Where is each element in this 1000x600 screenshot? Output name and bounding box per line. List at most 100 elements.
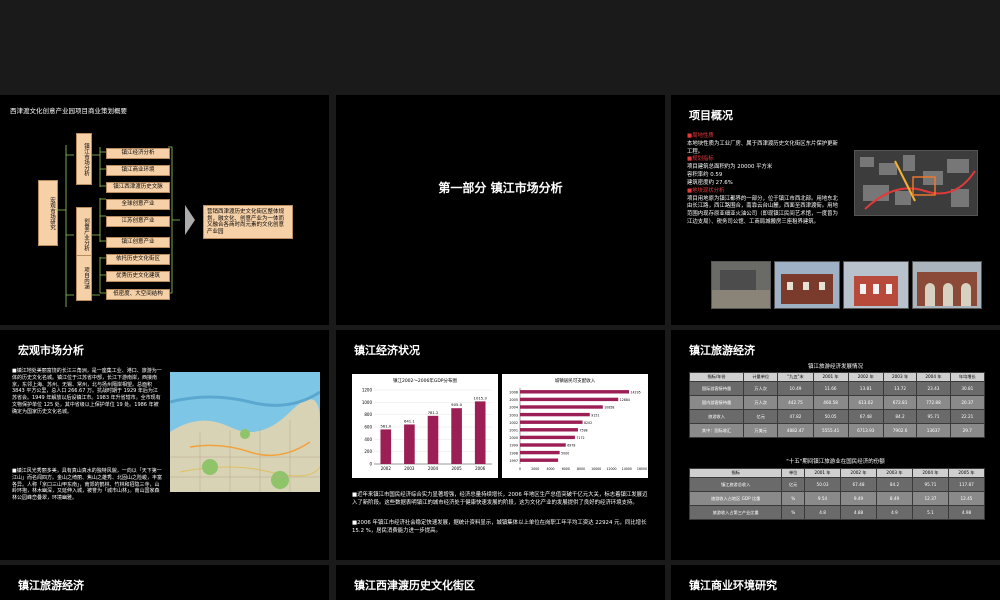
photo-1 [711,261,771,309]
header-cell: 单位 [781,468,806,478]
table-cell: 万人次 [743,381,779,396]
table-cell: 4882.47 [777,423,814,438]
slide-thumb-1[interactable]: 西津渡文化创意产业园项目商业策划概要 宏观市场研究 镇江市场分析 创意产业分析 … [0,95,329,325]
chart-title: 镇江2002～2006年GDP分布图 [393,377,458,384]
x-tick-label: 12000 [606,467,616,471]
table-cell: 613.02 [847,395,884,410]
table-cell: 95.71 [912,477,949,492]
slide-thumb-8[interactable]: 镇江西津渡历史文化街区 [336,565,665,600]
table-cell: 442.75 [777,395,814,410]
x-tick-label: 10000 [591,467,601,471]
section-heading: 第一部分 镇江市场分析 [438,181,563,195]
bar [451,408,462,464]
table-cell: 国际游客接待量 [688,381,745,396]
data-label: 641.1 [404,418,415,423]
table-cell: 22.21 [949,409,986,424]
photo-2 [774,261,840,309]
bar [520,450,560,455]
table-cell: 30.81 [949,381,986,396]
result-box: 营销西津渡历史文化街区整体规划，融文化、创意产业为一体而又融合各商时尚元素的文化… [203,205,293,240]
table-header-row: 指标/年份 计量单位 "九五"末 2001 年 2002 年 2003 年 2004 年年均… [688,372,986,382]
slide-thumb-7[interactable]: 镇江旅游经济 [0,565,329,600]
x-tick-label: 14000 [622,467,632,471]
table-cell: 672.81 [882,395,918,410]
slide-thumb-3[interactable]: 项目概况 ■周地性质 本地块性质为工业厂房、属于西津渡历史文化街区东片保护更新工程… [671,95,1000,325]
bar [520,420,583,424]
gdp-bar-chart: 镇江2002～2006年GDP分布图0200400600800100012005… [352,374,498,478]
table-cell: 50.03 [804,477,842,492]
item-7: 依托历史文化街区 [106,254,170,265]
slide-thumb-9[interactable]: 镇江商业环境研究 [671,565,1000,600]
table1-title: 镇江旅游经济发展情况 [807,364,863,370]
table2-title: "十五"期间镇江旅游业在国民经济的份额 [786,459,885,465]
y-tick-label: 2002 [509,421,518,425]
table-cell: 29.7 [949,423,986,438]
x-tick-label: 2000 [531,467,539,471]
city-map-image [170,372,320,492]
bar [520,390,629,394]
overview-line: 项目建筑总面积约为 20000 平方米 [687,164,773,171]
chart-background [502,374,648,478]
bar [520,428,578,432]
table-cell: 4.88 [840,505,878,520]
y-tick-label: 1999 [509,444,518,448]
table-cell: 117.87 [947,477,986,492]
data-label: 781.2 [428,410,439,415]
item-4: 全球创意产业 [106,199,170,210]
table-cell: 13.81 [847,381,884,396]
header-cell: 2004 年 [912,468,949,478]
table-cell: 其中：国际收汇 [688,423,745,438]
bar [427,415,439,464]
header-cell: 指标/年份 [688,372,745,382]
table-cell: 万美元 [743,423,779,438]
header-cell: 2005 年 [947,468,986,478]
data-label: 12884 [620,398,630,402]
slide-title: 宏观市场分析 [18,344,84,357]
table-cell: 4.9 [876,505,913,520]
data-label: 561.0 [380,423,391,428]
y-tick-label: 600 [364,425,372,430]
slide-thumb-4[interactable]: 宏观市场分析 ■镇江地处美丽富饶的长江三角洲，是一座集工业、港口、旅游为一体的历… [0,330,329,560]
table-row: 国内游客接待量 万人次 442.75 460.58 613.02 672.81 772.88… [688,395,986,410]
table-cell: 67.48 [847,409,884,424]
table-cell: 11.66 [812,381,849,396]
overview-line: ■周地性质 [687,133,714,139]
scenery-paragraph: ■镇江风光秀丽多美，具有真山真水的独特风貌，一向以「天下第一江山」而名闻四方。金… [12,468,163,501]
economy-paragraph-2: ■2006 年镇江市经济社会稳定快速发展，据统计资料显示，城镇集体以上单位在岗职… [352,520,647,534]
header-cell: 2002 年 [840,468,878,478]
data-label: 905.0 [451,402,462,407]
y-tick-label: 400 [364,437,372,442]
photo-4 [912,261,982,309]
table-cell: 47.82 [777,409,814,424]
slide-thumb-6[interactable]: 镇江旅游经济 镇江旅游经济发展情况 指标/年份 计量单位 "九五"末 2001 年 20… [671,330,1000,560]
table-row: 镇江旅游总收入 亿元 50.03 67.48 84.2 95.71 117.87 [688,477,986,492]
label-project-content: 项目内涵 [76,255,92,301]
table-cell: 20.37 [949,395,986,410]
header-cell: 年均增长 [949,372,986,382]
bar [380,429,392,464]
table-cell: 9.54 [804,491,842,506]
table-cell: 50.05 [812,409,849,424]
data-label: 5000 [561,451,569,455]
table-cell: 亿元 [781,477,806,492]
table-row: 其中：国际收汇 万美元 4882.47 5555.41 6713.93 7902.6 136… [688,423,986,438]
data-label: 7598 [579,429,587,433]
x-tick-label: 8000 [577,467,585,471]
table-row: 旅游收入占第三产业比重% 4.8 4.88 4.9 5.1 4.98 [688,505,986,520]
x-tick-label: 2002 [381,466,392,471]
arrow-icon [185,205,195,235]
bar [520,397,619,402]
income-bar-chart: 城镇居民可支配收入 0 2000 4000 6000 8000 10000 12000 1400… [502,374,648,478]
y-tick-label: 200 [364,449,372,454]
tourism-share-table: 指标 单位 2001 年 2002 年 2003 年 2004 年 2005 年镇江旅游总收… [688,468,986,520]
overview-line: ■地块现状分析 [687,187,725,194]
slide-thumb-5[interactable]: 镇江经济状况 镇江2002～2006年GDP分布图 0 200 400 600 800 10… [336,330,665,560]
label-market-analysis: 镇江市场分析 [76,133,92,185]
slide-thumb-2[interactable]: 第一部分 镇江市场分析 [336,95,665,325]
y-tick-label: 1000 [362,400,373,405]
table-cell: 旅游收入 [688,409,745,424]
data-label: 8202 [584,421,592,425]
slide-title: 镇江经济状况 [354,344,420,357]
item-3: 镇江西津渡历史文脉 [106,182,170,193]
table-cell: 5555.41 [812,423,849,438]
